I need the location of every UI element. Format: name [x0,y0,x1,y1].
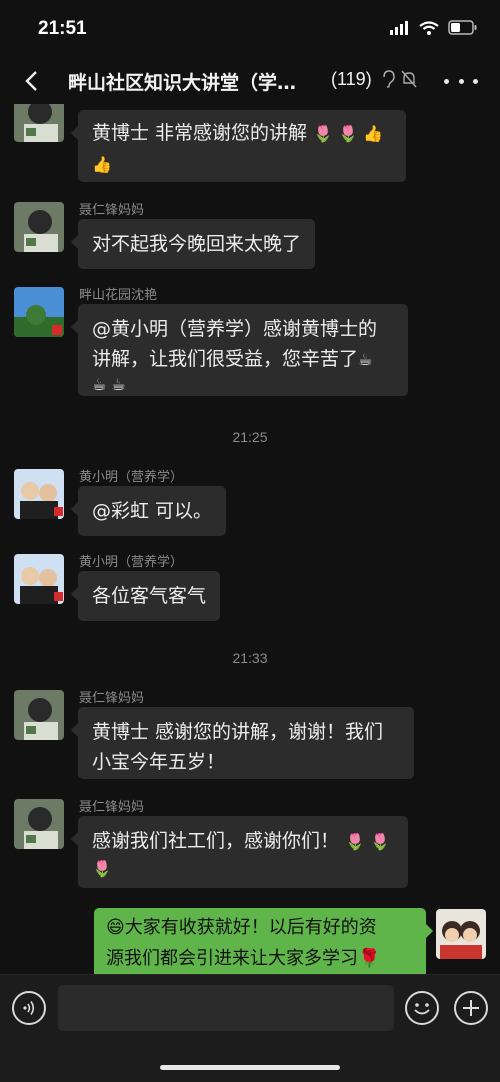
emoji-text: 😄 [106,917,125,938]
signal-icon [390,20,408,35]
status-icons [390,20,478,35]
sender-name: 黄小明（营养学） [79,555,184,570]
plus-icon [463,1000,479,1016]
more-button[interactable] [444,70,478,92]
message-bubble[interactable]: @黄小明（营养学）感谢黄博士的 讲解，让我们很受益，您辛苦了☕ ☕ ☕ [71,304,408,396]
message-text: 感谢我们社工们，感谢你们！ [92,830,340,852]
emoji-text: 🌷 🌷 [345,832,390,851]
message-text: 各位客气客气 [92,585,207,607]
message-text: 大家有收获就好！以后有好的资 [124,917,377,938]
voice-button[interactable] [12,991,46,1025]
more-icon [444,78,449,84]
timestamp: 21:25 [232,429,268,445]
avatar[interactable] [14,469,64,519]
emoji-text: ☕ [358,350,373,369]
home-indicator[interactable] [160,1065,340,1070]
message-bubble[interactable]: 感谢我们社工们，感谢你们！ 🌷 🌷 🌷 [71,816,408,888]
avatar[interactable] [14,104,64,142]
avatar[interactable] [14,799,64,849]
sender-name: 聂仁锋妈妈 [79,691,145,706]
message-bubble[interactable]: 黄博士 非常感谢您的讲解 🌷 🌷 👍 👍 [71,110,406,182]
emoji-text: 🌷 [92,859,112,878]
avatar[interactable] [14,690,64,740]
message-bubble[interactable]: 黄博士 感谢您的讲解，谢谢！我们 小宝今年五岁！ [71,707,414,779]
self-message-bubble[interactable]: 😄大家有收获就好！以后有好的资 源我们都会引进来让大家多学习🌹 [94,908,433,974]
chat-title: 畔山社区知识大讲堂（学… [68,72,297,94]
message-text: @彩虹 可以。 [92,500,213,522]
message-text: 对不起我今晚回来太晚了 [92,233,302,255]
emoji-text: 🌹 [358,948,381,969]
header-status-icons [381,70,417,88]
avatar[interactable] [14,287,64,337]
status-bar: 21:51 [0,0,500,58]
sender-name: 聂仁锋妈妈 [79,203,145,218]
message-text: 小宝今年五岁！ [92,751,226,773]
plus-button[interactable] [454,991,488,1025]
sender-name: 畔山花园沈艳 [79,288,158,303]
more-dot [473,78,478,84]
self-avatar[interactable] [436,909,486,959]
message-text: 讲解，让我们很受益，您辛苦了 [92,348,359,370]
sender-name: 聂仁锋妈妈 [79,800,145,815]
ear-icon [383,70,395,88]
message-bubble[interactable]: @彩虹 可以。 [70,486,227,536]
avatar[interactable] [14,554,64,604]
message-text: 源我们都会引进来让大家多学习 [106,948,358,969]
chat-header: 畔山社区知识大讲堂（学… (119) [0,58,500,104]
message-text: 黄博士 感谢您的讲解，谢谢！我们 [92,721,384,743]
member-count: (119) [331,69,372,89]
wifi-icon [419,20,439,35]
status-time: 21:51 [38,18,87,39]
message-bubble[interactable]: 对不起我今晚回来太晚了 [70,219,316,269]
emoji-text: ☕ ☕ [92,375,126,394]
back-icon [25,71,37,91]
message-bubble[interactable]: 各位客气客气 [70,571,221,621]
emoji-button[interactable] [405,991,439,1025]
sender-name: 黄小明（营养学） [79,470,184,485]
battery-icon [448,20,477,35]
more-dot [458,78,464,84]
message-input[interactable] [58,985,394,1031]
avatar[interactable] [14,202,64,252]
voice-icon [23,1001,35,1015]
mute-bell-icon [401,70,417,88]
emoji-icon [414,1003,430,1015]
message-text: @黄小明（营养学）感谢黄博士的 [92,318,378,340]
message-list[interactable]: 黄博士 非常感谢您的讲解 🌷 🌷 👍 👍 聂仁锋妈妈 对不起我今晚回来太晚了 畔… [0,104,500,974]
timestamp: 21:33 [232,650,268,666]
message-text: 黄博士 非常感谢您的讲解 [92,122,308,144]
back-button[interactable] [14,64,48,98]
